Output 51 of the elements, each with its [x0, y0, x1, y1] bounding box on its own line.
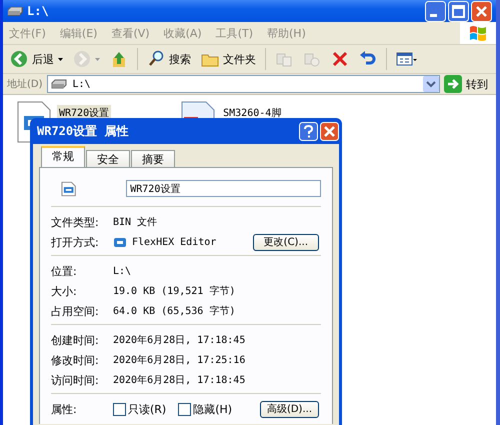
property-value: L:\ [113, 266, 132, 276]
toolbar-button[interactable]: 搜索 [144, 47, 194, 71]
checkbox-label: 只读(R) [128, 402, 166, 416]
checkbox-label: 隐藏(H) [193, 402, 232, 416]
help-button[interactable] [299, 122, 318, 140]
property-value: 2020年6月28日, 17:18:45 [113, 374, 246, 387]
toolbar-button[interactable]: 文件夹 [198, 47, 259, 71]
address-field[interactable]: L:\ [46, 75, 440, 93]
property-label: 位置: [51, 264, 78, 278]
close-button[interactable] [471, 0, 492, 22]
checkbox[interactable] [178, 402, 192, 416]
property-value: FlexHEX Editor [132, 236, 216, 248]
app-icon [113, 236, 127, 248]
dropdown-arrow-icon[interactable] [58, 58, 63, 60]
delete-icon[interactable] [331, 50, 349, 68]
property-value: BIN 文件 [113, 216, 158, 229]
tab[interactable]: 常规 [41, 146, 85, 167]
go-button[interactable]: 转到 [444, 75, 492, 93]
minimize-button[interactable] [425, 0, 446, 22]
maximize-button[interactable] [448, 0, 469, 22]
drive-icon [50, 79, 67, 89]
property-value: 64.0 KB (65,536 字节) [113, 304, 236, 318]
file-icon [61, 180, 76, 196]
address-label: 地址(D) [7, 78, 43, 91]
change-button[interactable]: 更改(C)... [252, 234, 319, 250]
property-label: 占用空间: [51, 304, 100, 318]
dialog-title: WR720设置 属性 [37, 122, 128, 140]
dropdown-button[interactable] [423, 76, 439, 92]
property-value: 19.0 KB (19,521 字节) [113, 284, 236, 298]
file-name[interactable]: SM3260-4脚 [221, 105, 284, 121]
views-icon[interactable] [396, 50, 418, 68]
property-label: 修改时间: [51, 352, 100, 368]
advanced-button[interactable]: 高级(D)... [260, 400, 319, 418]
folder-up-arrow-icon[interactable] [110, 50, 128, 68]
checkbox[interactable] [113, 402, 126, 416]
tab[interactable]: 摘要 [131, 150, 175, 167]
flag-logo-icon [468, 24, 488, 42]
property-label: 大小: [51, 284, 78, 298]
property-value: 2020年6月28日, 17:18:45 [113, 334, 246, 347]
window-title: L:\ [27, 4, 49, 18]
tab[interactable]: 安全 [86, 150, 130, 167]
toolbar-button[interactable]: 后退 [7, 47, 66, 71]
drive-icon [7, 6, 23, 16]
close-button[interactable] [320, 122, 339, 140]
property-label: 创建时间: [51, 332, 100, 348]
property-label: 文件类型: [51, 214, 100, 230]
property-label: 属性: [51, 402, 78, 416]
name-field[interactable]: WR720设置 [126, 180, 321, 197]
property-value: 2020年6月28日, 17:25:16 [113, 354, 246, 367]
property-label: 打开方式: [51, 234, 100, 250]
property-label: 访问时间: [51, 372, 100, 388]
